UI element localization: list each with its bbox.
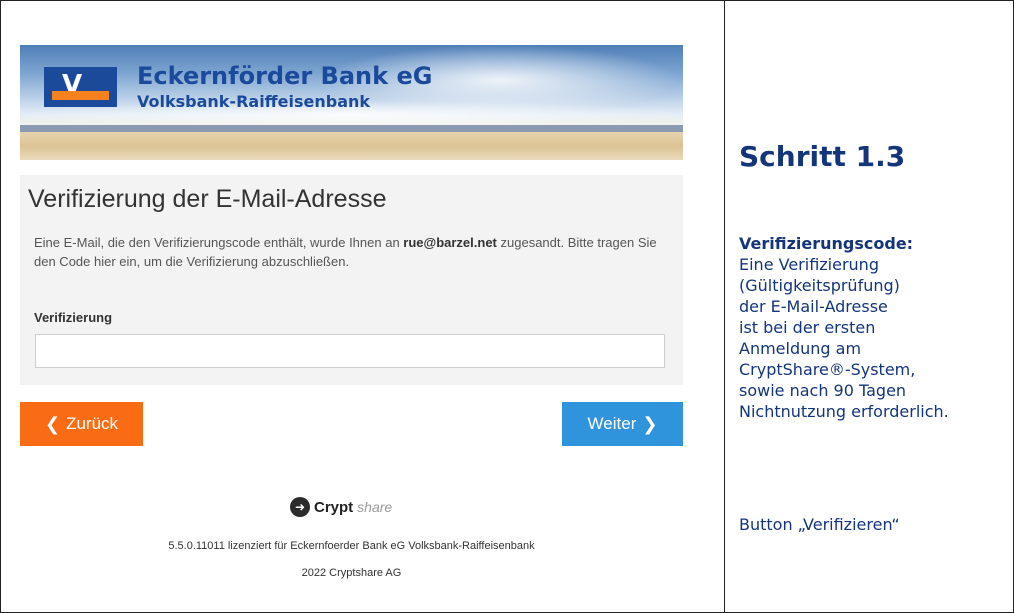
license-text: 5.5.0.11011 lizenziert für Eckernfoerder…	[168, 540, 535, 552]
chevron-right-icon: ❯	[642, 413, 658, 435]
instruction-text: Verifizierungscode: Eine Verifizierung (…	[739, 233, 1009, 422]
cryptshare-logo-icon: ➜	[290, 497, 310, 517]
instruction-line: Anmeldung am	[739, 339, 862, 358]
banner-beach	[20, 132, 683, 160]
bank-logo-icon: V	[44, 67, 117, 107]
column-divider	[724, 0, 725, 613]
logo-stripe	[52, 91, 109, 100]
next-button[interactable]: Weiter ❯	[562, 402, 683, 446]
chevron-left-icon: ❮	[44, 413, 61, 435]
instruction-line: der E-Mail-Adresse	[739, 297, 888, 316]
instruction-line: Eine Verifizierung	[739, 255, 879, 274]
logo-text-light: share	[357, 499, 393, 515]
instruction-line: ist bei der ersten	[739, 318, 876, 337]
bank-name: Eckernförder Bank eG	[137, 62, 433, 90]
cryptshare-logo: ➜ Crypt share	[290, 497, 392, 517]
button-note: Button „Verifizieren“	[739, 515, 900, 534]
logo-text-bold: Crypt	[314, 498, 354, 516]
instruction-heading: Verifizierungscode:	[739, 234, 914, 253]
back-button-label: Zurück	[66, 414, 119, 433]
back-button[interactable]: ❮ Zurück	[20, 402, 143, 446]
verification-field-label: Verifizierung	[34, 310, 113, 325]
recipient-email: rue@barzel.net	[403, 235, 497, 250]
instruction-line: Nichtnutzung erforderlich.	[739, 402, 949, 421]
verification-description: Eine E-Mail, die den Verifizierungscode …	[34, 233, 674, 271]
page-title: Verifizierung der E-Mail-Adresse	[28, 185, 387, 213]
bank-subtitle: Volksbank-Raiffeisenbank	[137, 92, 371, 111]
bank-banner: V Eckernförder Bank eG Volksbank-Raiffei…	[20, 45, 683, 160]
instruction-line: sowie nach 90 Tagen	[739, 381, 907, 400]
step-title: Schritt 1.3	[739, 140, 906, 173]
verification-card: Verifizierung der E-Mail-Adresse Eine E-…	[20, 175, 683, 385]
instruction-line: CryptShare®-System,	[739, 360, 916, 379]
banner-sea	[20, 125, 683, 132]
instruction-line: (Gültigkeitsprüfung)	[739, 276, 900, 295]
verification-code-input[interactable]	[35, 334, 665, 368]
copyright-text: 2022 Cryptshare AG	[301, 567, 402, 579]
next-button-label: Weiter	[587, 414, 637, 433]
description-prefix: Eine E-Mail, die den Verifizierungscode …	[34, 235, 400, 250]
